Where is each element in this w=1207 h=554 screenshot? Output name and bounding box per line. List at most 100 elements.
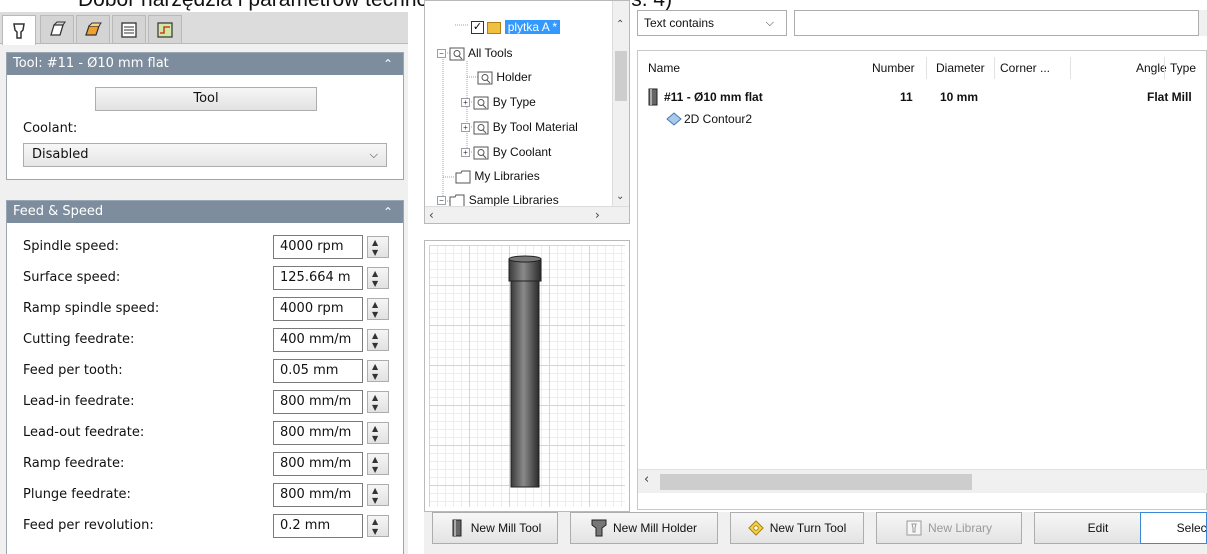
linking-tab[interactable] <box>148 15 182 43</box>
coolant-select[interactable]: Disabled ⌵ <box>23 143 387 167</box>
collapse-tree-icon[interactable]: − <box>437 196 446 206</box>
new-mill-holder-button[interactable]: New Mill Holder <box>570 512 718 544</box>
feed-speed-group-header[interactable]: Feed & Speed <box>7 201 403 223</box>
column-header-corner[interactable]: Corner ... <box>1000 61 1050 75</box>
chevron-up-icon[interactable]: ⌃ <box>616 19 624 30</box>
tool-name-cell: #11 - Ø10 mm flat <box>664 90 763 104</box>
param-label: Feed per revolution: <box>23 518 154 533</box>
operation-tabstrip <box>0 12 408 45</box>
heights-tab[interactable] <box>76 15 110 43</box>
spinner-icon[interactable]: ▲ ▼ <box>367 391 389 413</box>
select-tool-button[interactable]: Tool <box>95 87 317 111</box>
chevron-left-icon[interactable]: ‹ <box>644 472 649 487</box>
tree-scroll-thumb[interactable] <box>615 51 627 101</box>
table-row[interactable]: #11 - Ø10 mm flat 11 10 mm Flat Mill <box>638 87 1207 109</box>
new-library-icon <box>906 520 922 536</box>
column-separator[interactable] <box>1164 57 1165 79</box>
select-button[interactable]: Select <box>1140 512 1207 544</box>
spinner-icon[interactable]: ▲ ▼ <box>367 360 389 382</box>
column-header-diameter[interactable]: Diameter <box>936 61 985 75</box>
new-library-button[interactable]: New Library <box>876 512 1022 544</box>
lead-in-feedrate-input[interactable]: 800 mm/m <box>273 390 363 414</box>
feed-per-tooth-input[interactable]: 0.05 mm <box>273 359 363 383</box>
spinner-icon[interactable]: ▲ ▼ <box>367 298 389 320</box>
chevron-right-icon[interactable]: › <box>595 207 600 223</box>
geometry-tab[interactable] <box>40 15 74 43</box>
collapse-icon[interactable]: ⌃ <box>381 201 395 223</box>
column-header-type[interactable]: Type <box>1170 61 1196 75</box>
column-separator[interactable] <box>1070 57 1071 79</box>
column-separator[interactable] <box>994 57 995 79</box>
chevron-down-icon[interactable]: ⌄ <box>616 191 624 202</box>
chevron-down-icon: ⌵ <box>765 17 774 29</box>
spinner-icon[interactable]: ▲ ▼ <box>367 453 389 475</box>
column-header-number[interactable]: Number <box>872 61 915 75</box>
tool-group-title: Tool: #11 - Ø10 mm flat <box>13 56 169 71</box>
new-turn-tool-button[interactable]: New Turn Tool <box>730 512 864 544</box>
tree-item-my-libraries[interactable]: My Libraries <box>455 164 540 188</box>
param-row-feed-per-tooth: Feed per tooth: 0.05 mm ▲ ▼ <box>23 359 395 383</box>
chevron-left-icon[interactable]: ‹ <box>429 207 434 223</box>
expand-tree-icon[interactable]: + <box>461 123 470 133</box>
tree-item-by-type[interactable]: + By Type <box>461 90 536 114</box>
table-row[interactable]: 2D Contour2 <box>638 109 1207 131</box>
tree-item-by-coolant[interactable]: + By Coolant <box>461 140 551 164</box>
tree-item-all-tools[interactable]: − All Tools <box>437 41 512 65</box>
plunge-feedrate-input[interactable]: 800 mm/m <box>273 483 363 507</box>
table-scroll-thumb[interactable] <box>660 474 972 490</box>
passes-tab[interactable] <box>112 15 146 43</box>
cutting-feedrate-input[interactable]: 400 mm/m <box>273 328 363 352</box>
param-row-surface-speed: Surface speed: 125.664 m ▲ ▼ <box>23 266 395 290</box>
tree-vertical-scrollbar[interactable]: ⌃ ⌄ <box>612 1 629 208</box>
surface-speed-input[interactable]: 125.664 m <box>273 266 363 290</box>
lead-out-feedrate-input[interactable]: 800 mm/m <box>273 421 363 445</box>
collapse-icon[interactable]: ⌃ <box>381 53 395 75</box>
tool-tab[interactable] <box>2 15 36 45</box>
tree-item-by-tool-material[interactable]: + By Tool Material <box>461 115 578 139</box>
tree-item-document[interactable]: ✓ plytka A * <box>471 15 561 39</box>
new-mill-tool-button[interactable]: New Mill Tool <box>432 512 558 544</box>
checkbox-icon[interactable]: ✓ <box>471 21 484 35</box>
tool-preview[interactable] <box>424 240 630 512</box>
operation-name-cell: 2D Contour2 <box>684 112 753 126</box>
tool-type-cell: Flat Mill <box>1147 90 1192 104</box>
search-folder-icon <box>449 47 465 61</box>
ramp-feedrate-input[interactable]: 800 mm/m <box>273 452 363 476</box>
tree-item-holder[interactable]: Holder <box>477 65 532 89</box>
coolant-value: Disabled <box>32 147 89 162</box>
tree-horizontal-scrollbar[interactable]: ‹ › <box>425 206 629 223</box>
spinner-icon[interactable]: ▲ ▼ <box>367 484 389 506</box>
tree-hscroll-track[interactable] <box>443 210 593 220</box>
spinner-icon[interactable]: ▲ ▼ <box>367 236 389 258</box>
spindle-speed-input[interactable]: 4000 rpm <box>273 235 363 259</box>
collapse-tree-icon[interactable]: − <box>437 49 446 59</box>
column-separator[interactable] <box>926 57 927 79</box>
tool-3d-preview <box>508 255 542 488</box>
tool-group-header[interactable]: Tool: #11 - Ø10 mm flat <box>7 53 403 75</box>
feed-speed-group: Feed & Speed ⌃ Spindle speed: 4000 rpm ▲… <box>6 200 404 554</box>
filter-clear-button[interactable] <box>1198 10 1207 36</box>
spinner-icon[interactable]: ▲ ▼ <box>367 515 389 537</box>
param-label: Feed per tooth: <box>23 363 123 378</box>
expand-tree-icon[interactable]: + <box>461 98 470 108</box>
column-header-name[interactable]: Name <box>648 61 680 75</box>
table-horizontal-scrollbar[interactable]: ‹ <box>638 469 1207 493</box>
expand-tree-icon[interactable]: + <box>461 148 470 158</box>
spinner-icon[interactable]: ▲ ▼ <box>367 329 389 351</box>
spinner-icon[interactable]: ▲ ▼ <box>367 267 389 289</box>
library-tree: ✓ plytka A * − All Tools Holder + By Typ… <box>424 0 630 224</box>
tree-item-label: Holder <box>496 70 532 84</box>
filter-mode-value: Text contains <box>644 16 715 30</box>
filter-mode-select[interactable]: Text contains ⌵ <box>637 10 787 36</box>
column-header-angle[interactable]: Angle <box>1136 61 1167 75</box>
turn-tool-icon <box>748 520 764 536</box>
heights-icon <box>85 22 102 36</box>
button-label: Select <box>1176 521 1207 535</box>
feed-per-revolution-input[interactable]: 0.2 mm <box>273 514 363 538</box>
spinner-icon[interactable]: ▲ ▼ <box>367 422 389 444</box>
ramp-spindle-speed-input[interactable]: 4000 rpm <box>273 297 363 321</box>
param-row-ramp-spindle-speed: Ramp spindle speed: 4000 rpm ▲ ▼ <box>23 297 395 321</box>
filter-text-input[interactable] <box>794 10 1204 36</box>
tree-item-label: By Coolant <box>492 145 552 159</box>
search-folder-icon <box>477 71 493 85</box>
